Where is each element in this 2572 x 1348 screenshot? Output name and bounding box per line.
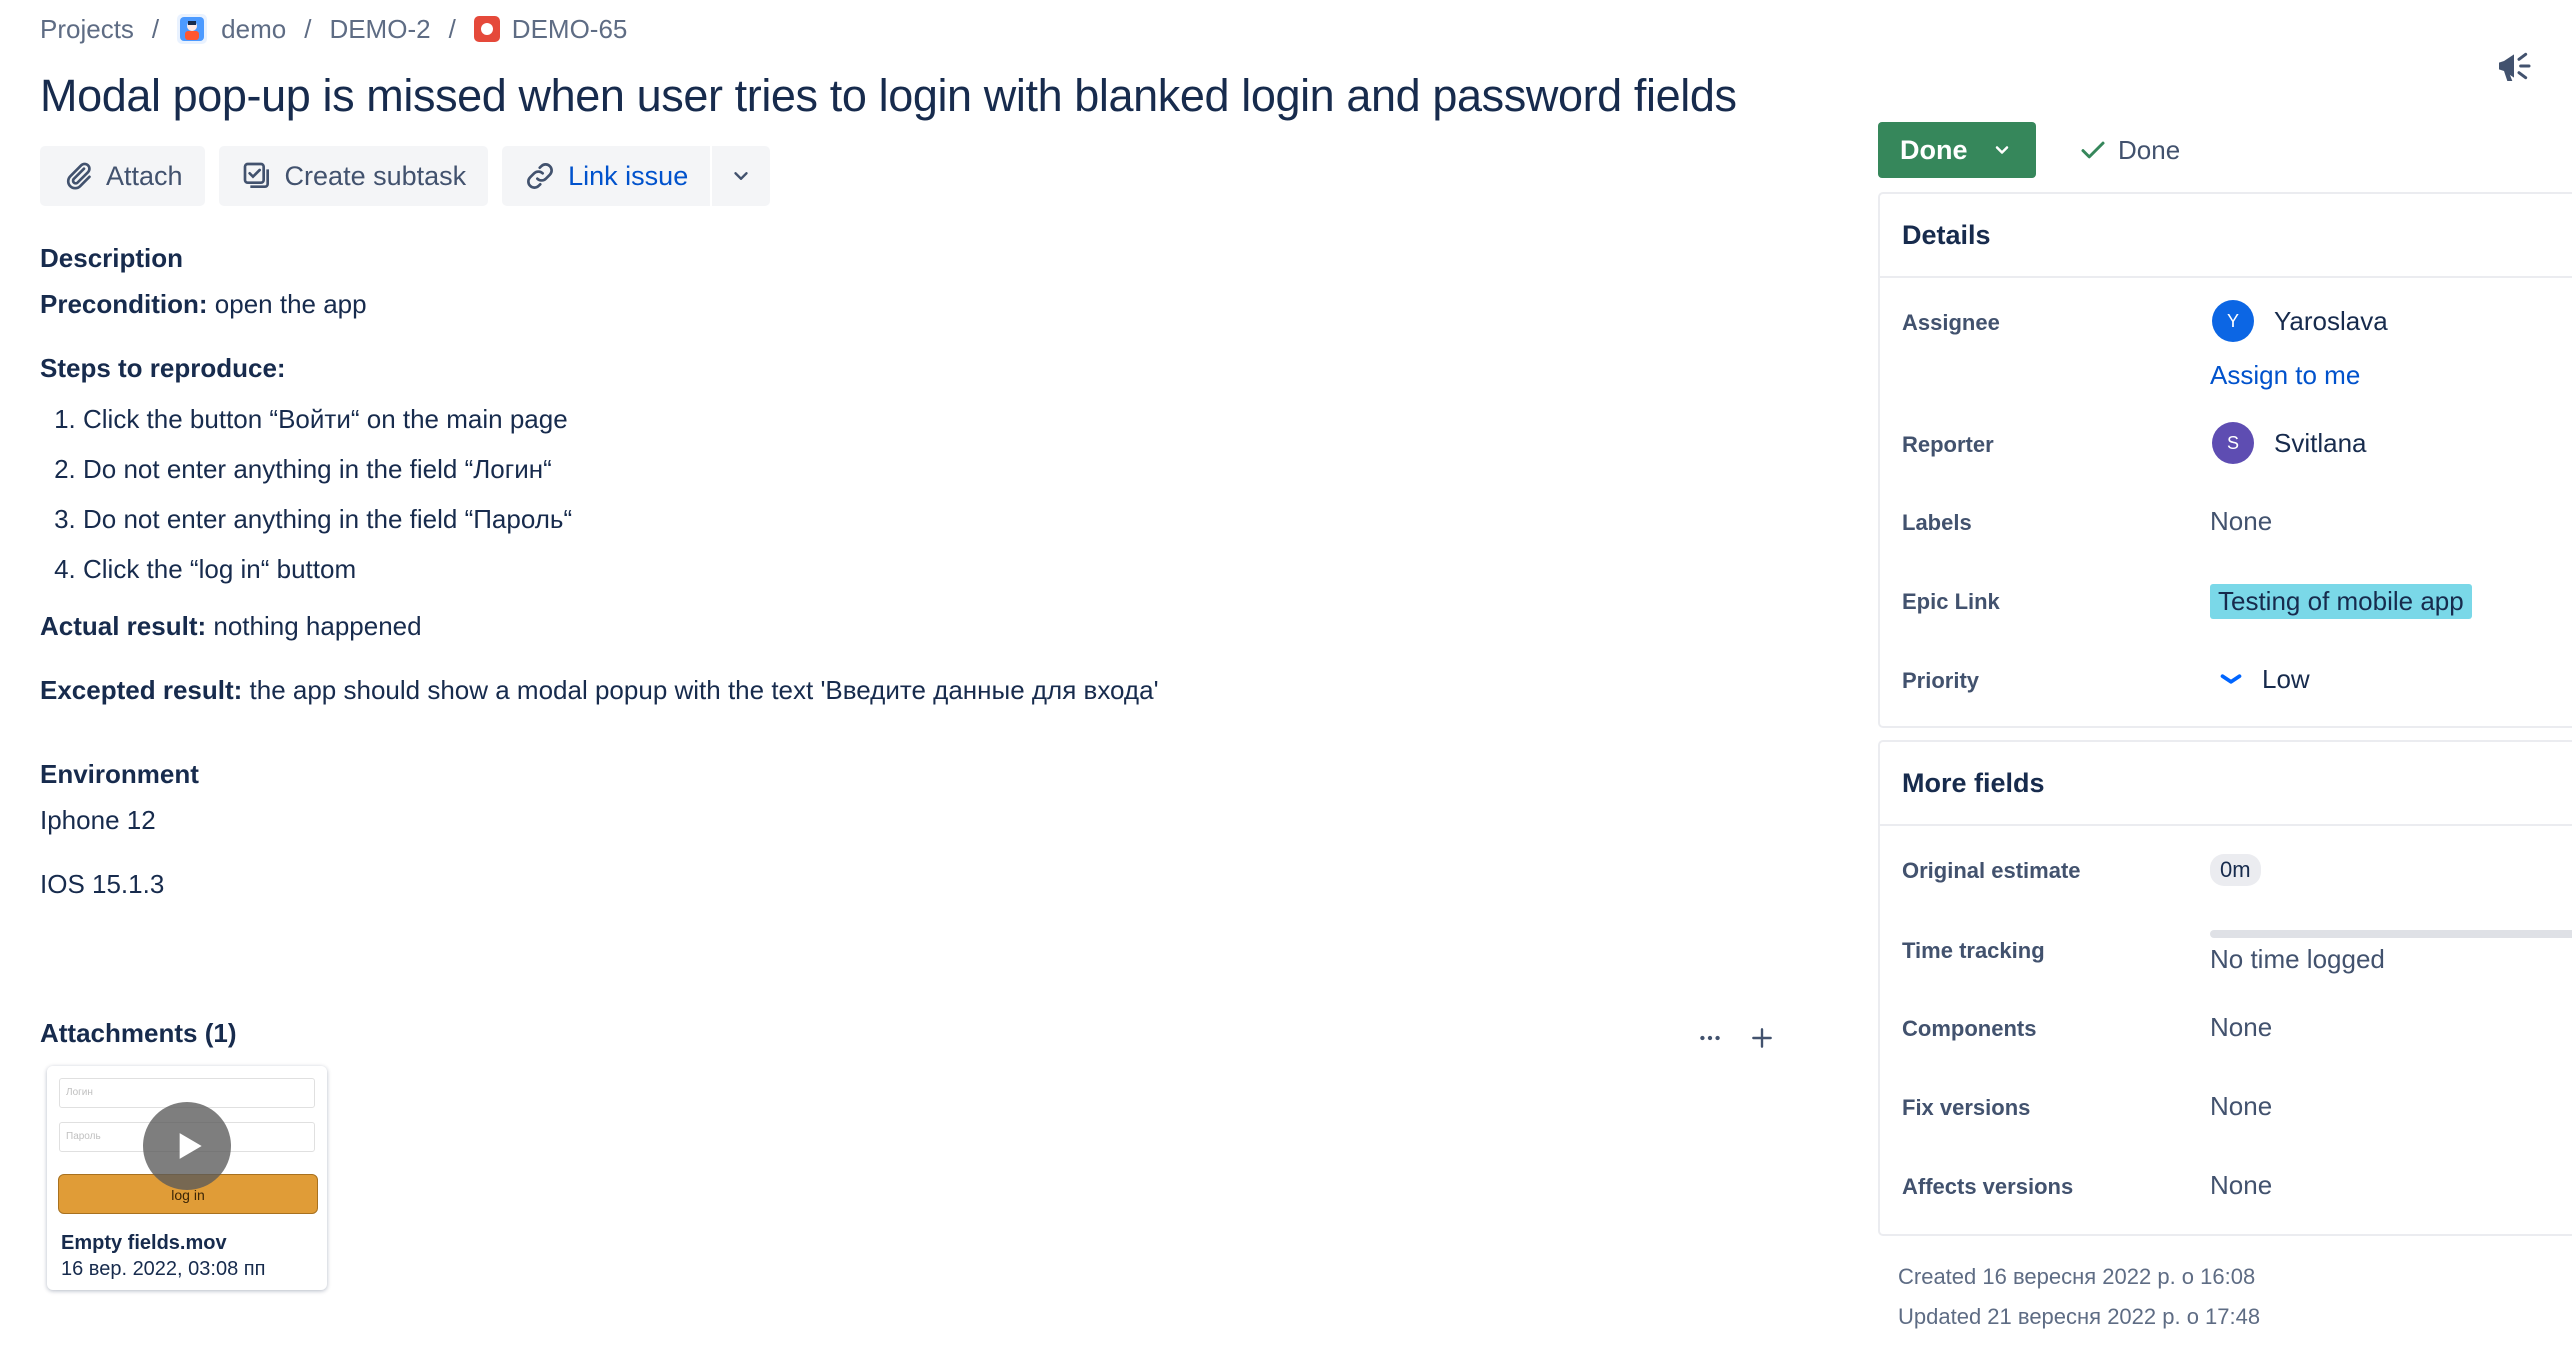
environment-os[interactable]: IOS 15.1.3 bbox=[40, 866, 1800, 902]
plus-icon bbox=[1752, 1028, 1772, 1048]
updated-timestamp: Updated 21 вересня 2022 р. о 17:48 bbox=[1898, 1304, 2261, 1329]
steps-list: Click the button “Войти“ on the main pag… bbox=[40, 394, 1800, 594]
attachment-date: 16 вер. 2022, 03:08 пп bbox=[61, 1258, 266, 1280]
avatar: Y bbox=[2212, 300, 2254, 342]
chevron-down-icon bbox=[734, 172, 748, 180]
priority-label: Priority bbox=[1902, 668, 1980, 693]
actual-result: Actual result: nothing happened bbox=[40, 608, 1800, 644]
play-icon[interactable] bbox=[143, 1102, 231, 1190]
create-subtask-label: Create subtask bbox=[284, 160, 467, 191]
resolution-indicator: Done bbox=[2078, 130, 2180, 170]
reporter-value[interactable]: S Svitlana bbox=[2210, 422, 2367, 464]
link-icon bbox=[527, 163, 554, 189]
attachment-name: Empty fields.mov bbox=[61, 1232, 227, 1254]
time-tracking-label: Time tracking bbox=[1902, 938, 2045, 963]
more-fields-panel: More fields Original estimate 0m Time tr… bbox=[1878, 740, 2572, 1236]
issue-toolbar: Attach Create subtask Link issue bbox=[40, 146, 784, 206]
fix-versions-value[interactable]: None bbox=[2210, 1091, 2272, 1122]
breadcrumb-project[interactable]: demo bbox=[177, 14, 286, 45]
breadcrumb-separator: / bbox=[304, 13, 312, 44]
link-issue-button[interactable]: Link issue bbox=[502, 146, 711, 206]
fix-versions-label: Fix versions bbox=[1902, 1095, 2031, 1120]
details-heading[interactable]: Details bbox=[1880, 194, 2572, 278]
attachments-more-button[interactable] bbox=[1688, 1016, 1732, 1060]
list-item: Do not enter anything in the field “Паро… bbox=[83, 494, 1800, 544]
list-item: Click the button “Войти“ on the main pag… bbox=[83, 394, 1800, 444]
attach-button[interactable]: Attach bbox=[40, 146, 205, 206]
assign-to-me-link[interactable]: Assign to me bbox=[2210, 360, 2360, 391]
precondition-text: open the app bbox=[207, 289, 367, 319]
affects-versions-value[interactable]: None bbox=[2210, 1170, 2272, 1201]
original-estimate-label: Original estimate bbox=[1902, 858, 2081, 883]
breadcrumb: Projects / demo / DEMO-2 / DEMO-65 bbox=[40, 12, 627, 46]
project-avatar-icon bbox=[177, 14, 208, 44]
avatar: S bbox=[2212, 422, 2254, 464]
megaphone-icon[interactable] bbox=[2494, 46, 2534, 91]
original-estimate-value[interactable]: 0m bbox=[2210, 854, 2261, 886]
expected-result: Excepted result: the app should show a m… bbox=[40, 672, 1800, 708]
attachments-heading: Attachments (1) bbox=[40, 1018, 237, 1048]
precondition-label: Precondition: bbox=[40, 289, 208, 319]
attach-button-label: Attach bbox=[106, 160, 183, 191]
more-icon bbox=[1700, 1035, 1720, 1041]
paperclip-icon bbox=[66, 162, 91, 190]
components-label: Components bbox=[1902, 1016, 2037, 1041]
epic-link-lozenge[interactable]: Testing of mobile app bbox=[2210, 584, 2472, 619]
epic-link-label: Epic Link bbox=[1902, 589, 2000, 614]
check-icon bbox=[2081, 141, 2105, 159]
create-subtask-button[interactable]: Create subtask bbox=[218, 146, 489, 206]
chevron-down-icon bbox=[1995, 146, 2008, 154]
labels-value[interactable]: None bbox=[2210, 506, 2272, 537]
expected-result-label: Excepted result: bbox=[40, 675, 243, 705]
breadcrumb-issue-label: DEMO-65 bbox=[511, 13, 628, 44]
attachments-actions bbox=[1680, 1016, 1784, 1060]
description-section: Description Precondition: open the app S… bbox=[40, 240, 1800, 902]
bug-icon bbox=[473, 16, 500, 42]
details-panel: Details Assignee Y Yaroslava Assign to m… bbox=[1878, 192, 2572, 728]
time-tracking-value: No time logged bbox=[2210, 944, 2385, 974]
more-fields-heading[interactable]: More fields bbox=[1880, 742, 2572, 826]
breadcrumb-projects[interactable]: Projects bbox=[40, 14, 134, 45]
breadcrumb-issue[interactable]: DEMO-65 bbox=[473, 13, 628, 45]
reporter-name: Svitlana bbox=[2274, 427, 2367, 458]
breadcrumb-separator: / bbox=[448, 13, 456, 44]
steps-heading: Steps to reproduce: bbox=[40, 353, 286, 383]
breadcrumb-project-label: demo bbox=[221, 13, 287, 44]
actual-result-label: Actual result: bbox=[40, 611, 207, 641]
environment-device[interactable]: Iphone 12 bbox=[40, 802, 1800, 838]
actual-result-text: nothing happened bbox=[206, 611, 422, 641]
subtask-icon bbox=[243, 162, 269, 188]
link-issue-label: Link issue bbox=[568, 160, 689, 191]
add-attachment-button[interactable] bbox=[1740, 1016, 1784, 1060]
status-dropdown-button[interactable]: Done bbox=[1878, 122, 2036, 178]
attachment-card[interactable]: Логин Пароль log in Empty fields.mov 16 … bbox=[47, 1066, 327, 1290]
precondition[interactable]: Precondition: open the app bbox=[40, 286, 1800, 322]
expected-result-text: the app should show a modal popup with t… bbox=[242, 675, 1159, 705]
attachment-thumbnail: Логин Пароль log in bbox=[47, 1066, 327, 1230]
list-item: Do not enter anything in the field “Логи… bbox=[83, 444, 1800, 494]
reporter-label: Reporter bbox=[1902, 432, 1994, 457]
breadcrumb-parent[interactable]: DEMO-2 bbox=[329, 14, 430, 45]
assignee-label: Assignee bbox=[1902, 310, 2000, 335]
resolution-label: Done bbox=[2118, 134, 2181, 165]
created-timestamp: Created 16 вересня 2022 р. о 16:08 bbox=[1898, 1264, 2256, 1289]
time-tracking-bar[interactable] bbox=[2210, 930, 2572, 938]
priority-low-icon bbox=[2220, 674, 2242, 684]
list-item: Click the “log in“ buttom bbox=[83, 544, 1800, 594]
environment-heading: Environment bbox=[40, 759, 199, 789]
labels-label: Labels bbox=[1902, 510, 1972, 535]
description-heading: Description bbox=[40, 243, 184, 273]
breadcrumb-separator: / bbox=[151, 13, 160, 44]
assignee-name: Yaroslava bbox=[2274, 305, 2388, 336]
priority-value[interactable]: Low bbox=[2210, 662, 2310, 696]
assignee-value[interactable]: Y Yaroslava bbox=[2210, 300, 2388, 342]
more-actions-dropdown[interactable] bbox=[712, 146, 771, 206]
affects-versions-label: Affects versions bbox=[1902, 1174, 2074, 1199]
components-value[interactable]: None bbox=[2210, 1012, 2272, 1043]
status-button-label: Done bbox=[1900, 134, 1968, 165]
priority-name: Low bbox=[2262, 663, 2310, 694]
issue-title[interactable]: Modal pop-up is missed when user tries t… bbox=[40, 70, 1737, 122]
